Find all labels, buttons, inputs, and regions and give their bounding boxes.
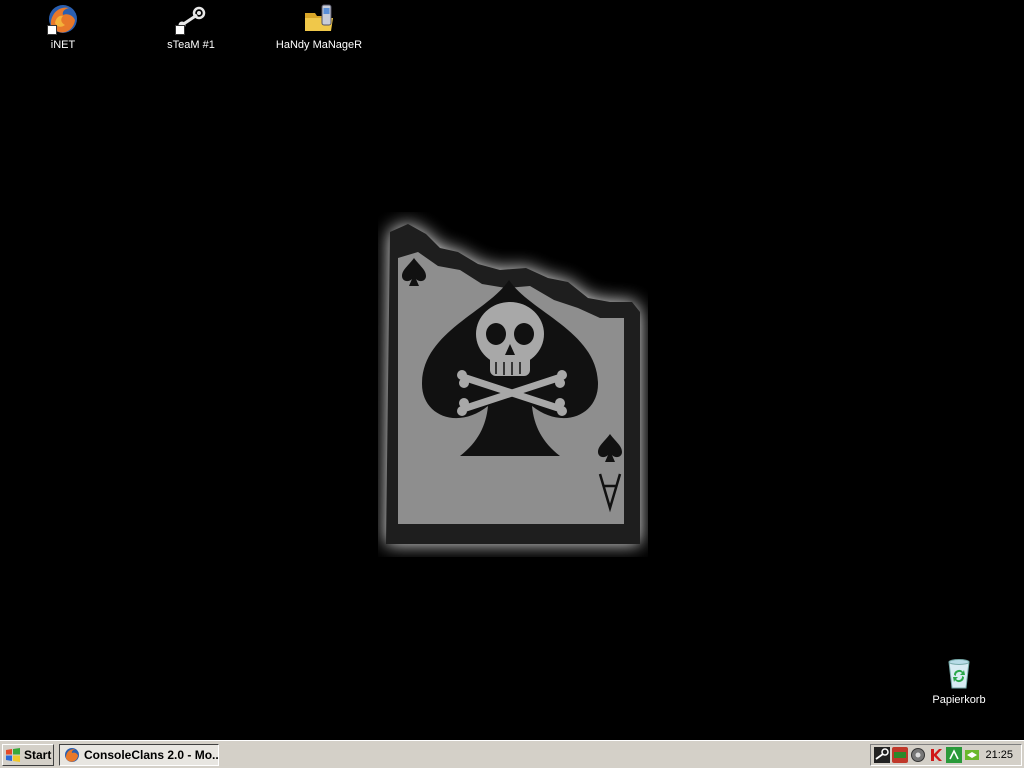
- ace-of-spades-wallpaper: [386, 224, 640, 544]
- audio-tray-icon[interactable]: [910, 747, 926, 763]
- desktop-icon-inet[interactable]: iNET: [18, 3, 108, 52]
- desktop-icon-label: Papierkorb: [932, 694, 986, 706]
- start-label: Start: [24, 748, 52, 762]
- recycle-bin-icon: [943, 658, 975, 690]
- system-tray: 21:25: [870, 744, 1022, 766]
- kaspersky-tray-icon[interactable]: [928, 747, 944, 763]
- steam-icon: [175, 3, 207, 35]
- shortcut-arrow-icon: [47, 25, 57, 35]
- steam-tray-icon[interactable]: [874, 747, 890, 763]
- desktop: iNET sTeaM #1 HaNdy MaNageR Papierkorb: [0, 0, 1024, 740]
- desktop-icon-recycle-bin[interactable]: Papierkorb: [914, 658, 1004, 707]
- nvidia-tray-icon[interactable]: [892, 747, 908, 763]
- network-tray-icon[interactable]: [946, 747, 962, 763]
- clock[interactable]: 21:25: [985, 749, 1013, 761]
- desktop-icon-label: iNET: [50, 39, 76, 51]
- taskbar-button-consoleclans[interactable]: ConsoleClans 2.0 - Mo...: [59, 744, 219, 766]
- folder-phone-icon: [303, 3, 335, 35]
- taskbar: Start ConsoleClans 2.0 - Mo... 21:25: [0, 740, 1024, 768]
- taskbar-button-label: ConsoleClans 2.0 - Mo...: [84, 748, 219, 762]
- desktop-icon-handy-manager[interactable]: HaNdy MaNageR: [274, 3, 364, 52]
- desktop-icon-label: sTeaM #1: [167, 39, 215, 51]
- nvidia-settings-tray-icon[interactable]: [964, 747, 980, 763]
- desktop-icon-steam[interactable]: sTeaM #1: [146, 3, 236, 52]
- start-button[interactable]: Start: [2, 744, 54, 766]
- firefox-icon: [47, 3, 79, 35]
- firefox-icon: [65, 748, 79, 762]
- shortcut-arrow-icon: [175, 25, 185, 35]
- desktop-icon-label: HaNdy MaNageR: [275, 39, 363, 51]
- windows-flag-icon: [6, 748, 20, 762]
